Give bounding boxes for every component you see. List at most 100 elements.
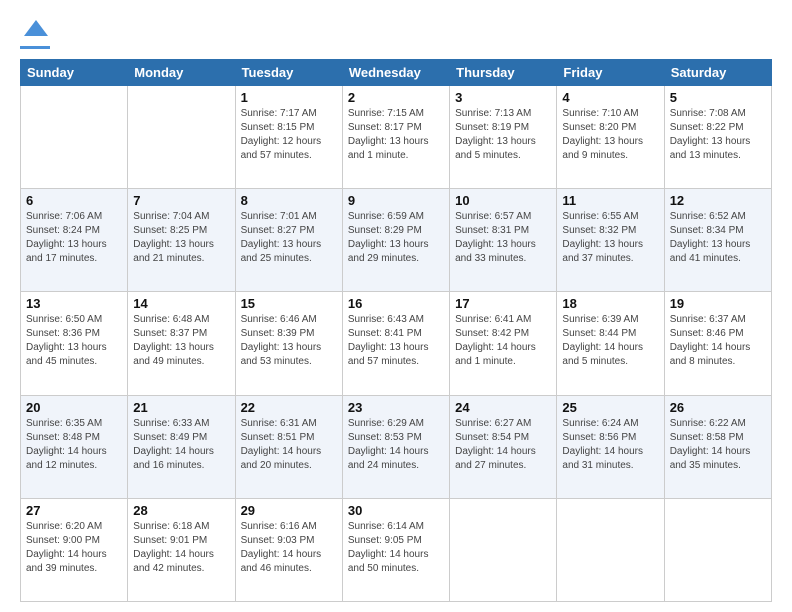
calendar-cell: 21 Sunrise: 6:33 AMSunset: 8:49 PMDayligh…	[128, 395, 235, 498]
day-number: 29	[241, 503, 337, 518]
calendar-day-header: Monday	[128, 60, 235, 86]
day-info: Sunrise: 6:55 AMSunset: 8:32 PMDaylight:…	[562, 210, 658, 266]
day-number: 15	[241, 296, 337, 311]
day-info: Sunrise: 6:50 AMSunset: 8:36 PMDaylight:…	[26, 313, 122, 369]
calendar-cell: 8 Sunrise: 7:01 AMSunset: 8:27 PMDaylight…	[235, 189, 342, 292]
day-number: 6	[26, 193, 122, 208]
day-number: 7	[133, 193, 229, 208]
day-info: Sunrise: 6:18 AMSunset: 9:01 PMDaylight:…	[133, 520, 229, 576]
day-number: 17	[455, 296, 551, 311]
day-number: 24	[455, 400, 551, 415]
day-info: Sunrise: 6:33 AMSunset: 8:49 PMDaylight:…	[133, 417, 229, 473]
day-info: Sunrise: 7:17 AMSunset: 8:15 PMDaylight:…	[241, 107, 337, 163]
calendar-cell	[128, 86, 235, 189]
calendar-day-header: Thursday	[450, 60, 557, 86]
day-info: Sunrise: 6:41 AMSunset: 8:42 PMDaylight:…	[455, 313, 551, 369]
calendar-cell: 24Sunrise: 6:27 AMSunset: 8:54 PMDayligh…	[450, 395, 557, 498]
calendar-cell: 14 Sunrise: 6:48 AMSunset: 8:37 PMDayligh…	[128, 292, 235, 395]
day-number: 9	[348, 193, 444, 208]
calendar-cell: 28 Sunrise: 6:18 AMSunset: 9:01 PMDayligh…	[128, 498, 235, 601]
calendar-cell: 15 Sunrise: 6:46 AMSunset: 8:39 PMDayligh…	[235, 292, 342, 395]
calendar-table: SundayMondayTuesdayWednesdayThursdayFrid…	[20, 59, 772, 602]
day-number: 18	[562, 296, 658, 311]
calendar-week-row: 13Sunrise: 6:50 AMSunset: 8:36 PMDayligh…	[21, 292, 772, 395]
day-number: 16	[348, 296, 444, 311]
calendar-week-row: 20 Sunrise: 6:35 AMSunset: 8:48 PMDayligh…	[21, 395, 772, 498]
day-info: Sunrise: 6:22 AMSunset: 8:58 PMDaylight:…	[670, 417, 766, 473]
day-number: 2	[348, 90, 444, 105]
day-number: 26	[670, 400, 766, 415]
calendar-day-header: Sunday	[21, 60, 128, 86]
day-number: 12	[670, 193, 766, 208]
calendar-cell: 23 Sunrise: 6:29 AMSunset: 8:53 PMDayligh…	[342, 395, 449, 498]
day-info: Sunrise: 6:24 AMSunset: 8:56 PMDaylight:…	[562, 417, 658, 473]
calendar-day-header: Saturday	[664, 60, 771, 86]
day-info: Sunrise: 6:16 AMSunset: 9:03 PMDaylight:…	[241, 520, 337, 576]
calendar-cell: 17 Sunrise: 6:41 AMSunset: 8:42 PMDayligh…	[450, 292, 557, 395]
day-number: 14	[133, 296, 229, 311]
day-info: Sunrise: 6:20 AMSunset: 9:00 PMDaylight:…	[26, 520, 122, 576]
calendar-cell: 13Sunrise: 6:50 AMSunset: 8:36 PMDayligh…	[21, 292, 128, 395]
day-number: 30	[348, 503, 444, 518]
calendar-cell: 6 Sunrise: 7:06 AMSunset: 8:24 PMDaylight…	[21, 189, 128, 292]
day-info: Sunrise: 7:08 AMSunset: 8:22 PMDaylight:…	[670, 107, 766, 163]
day-info: Sunrise: 6:31 AMSunset: 8:51 PMDaylight:…	[241, 417, 337, 473]
logo	[20, 16, 50, 49]
day-number: 23	[348, 400, 444, 415]
calendar-cell: 26 Sunrise: 6:22 AMSunset: 8:58 PMDayligh…	[664, 395, 771, 498]
calendar-cell: 18 Sunrise: 6:39 AMSunset: 8:44 PMDayligh…	[557, 292, 664, 395]
calendar-cell: 19Sunrise: 6:37 AMSunset: 8:46 PMDayligh…	[664, 292, 771, 395]
day-info: Sunrise: 6:39 AMSunset: 8:44 PMDaylight:…	[562, 313, 658, 369]
day-number: 19	[670, 296, 766, 311]
calendar-cell: 20 Sunrise: 6:35 AMSunset: 8:48 PMDayligh…	[21, 395, 128, 498]
day-info: Sunrise: 6:48 AMSunset: 8:37 PMDaylight:…	[133, 313, 229, 369]
day-info: Sunrise: 6:43 AMSunset: 8:41 PMDaylight:…	[348, 313, 444, 369]
day-info: Sunrise: 7:15 AMSunset: 8:17 PMDaylight:…	[348, 107, 444, 163]
calendar-cell: 4 Sunrise: 7:10 AMSunset: 8:20 PMDaylight…	[557, 86, 664, 189]
calendar-cell: 1 Sunrise: 7:17 AMSunset: 8:15 PMDaylight…	[235, 86, 342, 189]
day-number: 25	[562, 400, 658, 415]
day-info: Sunrise: 7:13 AMSunset: 8:19 PMDaylight:…	[455, 107, 551, 163]
day-info: Sunrise: 7:04 AMSunset: 8:25 PMDaylight:…	[133, 210, 229, 266]
day-number: 22	[241, 400, 337, 415]
calendar-cell: 3 Sunrise: 7:13 AMSunset: 8:19 PMDaylight…	[450, 86, 557, 189]
day-info: Sunrise: 6:35 AMSunset: 8:48 PMDaylight:…	[26, 417, 122, 473]
calendar-day-header: Tuesday	[235, 60, 342, 86]
day-number: 5	[670, 90, 766, 105]
day-info: Sunrise: 7:01 AMSunset: 8:27 PMDaylight:…	[241, 210, 337, 266]
day-info: Sunrise: 7:10 AMSunset: 8:20 PMDaylight:…	[562, 107, 658, 163]
day-number: 8	[241, 193, 337, 208]
calendar-cell: 5 Sunrise: 7:08 AMSunset: 8:22 PMDaylight…	[664, 86, 771, 189]
calendar-cell: 11 Sunrise: 6:55 AMSunset: 8:32 PMDayligh…	[557, 189, 664, 292]
day-number: 1	[241, 90, 337, 105]
calendar-cell: 22 Sunrise: 6:31 AMSunset: 8:51 PMDayligh…	[235, 395, 342, 498]
day-info: Sunrise: 6:52 AMSunset: 8:34 PMDaylight:…	[670, 210, 766, 266]
day-info: Sunrise: 6:29 AMSunset: 8:53 PMDaylight:…	[348, 417, 444, 473]
calendar-week-row: 27Sunrise: 6:20 AMSunset: 9:00 PMDayligh…	[21, 498, 772, 601]
calendar-cell: 29 Sunrise: 6:16 AMSunset: 9:03 PMDayligh…	[235, 498, 342, 601]
calendar-cell: 27Sunrise: 6:20 AMSunset: 9:00 PMDayligh…	[21, 498, 128, 601]
day-number: 28	[133, 503, 229, 518]
day-number: 11	[562, 193, 658, 208]
calendar-day-header: Friday	[557, 60, 664, 86]
calendar-cell: 10Sunrise: 6:57 AMSunset: 8:31 PMDayligh…	[450, 189, 557, 292]
day-info: Sunrise: 6:46 AMSunset: 8:39 PMDaylight:…	[241, 313, 337, 369]
day-info: Sunrise: 6:14 AMSunset: 9:05 PMDaylight:…	[348, 520, 444, 576]
logo-icon	[22, 16, 50, 44]
logo-underline	[20, 46, 50, 49]
day-number: 20	[26, 400, 122, 415]
calendar-cell	[21, 86, 128, 189]
calendar-cell	[450, 498, 557, 601]
day-number: 10	[455, 193, 551, 208]
calendar-week-row: 1 Sunrise: 7:17 AMSunset: 8:15 PMDaylight…	[21, 86, 772, 189]
calendar-cell	[664, 498, 771, 601]
day-number: 3	[455, 90, 551, 105]
day-number: 4	[562, 90, 658, 105]
header	[20, 16, 772, 49]
calendar-header-row: SundayMondayTuesdayWednesdayThursdayFrid…	[21, 60, 772, 86]
calendar-cell: 9Sunrise: 6:59 AMSunset: 8:29 PMDaylight…	[342, 189, 449, 292]
day-number: 21	[133, 400, 229, 415]
calendar-cell: 12 Sunrise: 6:52 AMSunset: 8:34 PMDayligh…	[664, 189, 771, 292]
day-info: Sunrise: 7:06 AMSunset: 8:24 PMDaylight:…	[26, 210, 122, 266]
calendar-week-row: 6 Sunrise: 7:06 AMSunset: 8:24 PMDaylight…	[21, 189, 772, 292]
